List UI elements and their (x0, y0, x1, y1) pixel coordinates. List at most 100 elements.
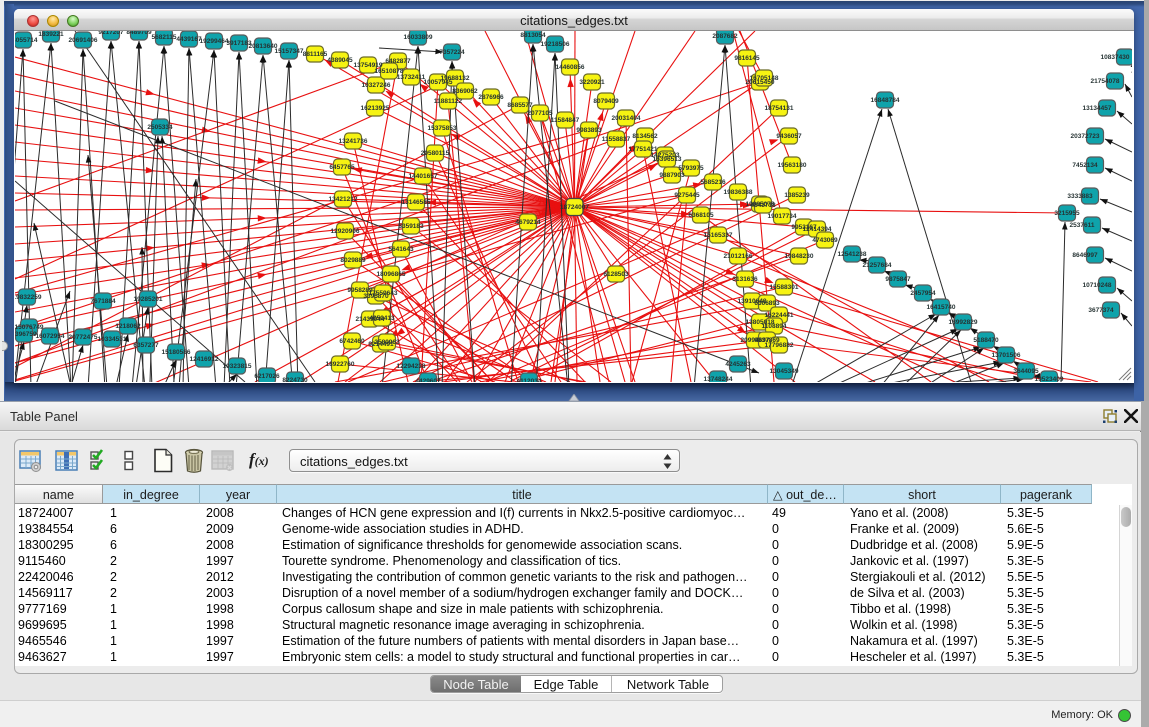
svg-text:17559643: 17559643 (369, 290, 398, 297)
svg-text:1839221: 1839221 (38, 31, 64, 38)
svg-text:4112034: 4112034 (517, 378, 542, 382)
svg-text:3644095: 3644095 (1013, 368, 1039, 375)
svg-text:4679214: 4679214 (515, 219, 541, 226)
svg-text:8685577: 8685577 (507, 102, 533, 109)
svg-text:1108894: 1108894 (762, 323, 787, 330)
svg-text:4389045: 4389045 (327, 57, 353, 64)
svg-text:8359183: 8359183 (398, 223, 424, 230)
svg-text:12920906: 12920906 (331, 228, 360, 235)
svg-text:13701506: 13701506 (992, 352, 1021, 359)
svg-text:19688132: 19688132 (441, 75, 470, 82)
svg-text:2087682: 2087682 (712, 33, 738, 40)
svg-text:18096865: 18096865 (377, 271, 406, 278)
svg-text:9217207: 9217207 (98, 31, 124, 36)
svg-text:8646997: 8646997 (1072, 252, 1098, 259)
svg-text:8029889: 8029889 (340, 257, 366, 264)
svg-text:21257684: 21257684 (863, 262, 892, 269)
svg-text:16705148: 16705148 (750, 75, 779, 82)
svg-text:19285201: 19285201 (134, 296, 163, 303)
svg-text:9887903: 9887903 (659, 172, 685, 179)
svg-text:15588301: 15588301 (770, 284, 799, 291)
svg-text:18992829: 18992829 (949, 319, 978, 326)
svg-text:16848784: 16848784 (871, 97, 900, 104)
svg-text:19832259: 19832259 (15, 294, 42, 301)
svg-text:14401657: 14401657 (409, 173, 438, 180)
svg-text:16224441: 16224441 (765, 312, 794, 319)
svg-text:10327246: 10327246 (362, 82, 391, 89)
svg-text:15375853: 15375853 (428, 125, 457, 132)
svg-text:2457954: 2457954 (910, 290, 936, 297)
svg-text:11881122: 11881122 (434, 98, 463, 105)
svg-text:6128503: 6128503 (603, 271, 629, 278)
svg-text:6368105: 6368105 (688, 212, 714, 219)
svg-text:5188470: 5188470 (973, 337, 999, 344)
svg-text:13748244: 13748244 (704, 376, 733, 382)
svg-text:5793975: 5793975 (678, 165, 704, 172)
svg-text:4429607: 4429607 (415, 378, 441, 382)
svg-text:3677374: 3677374 (1088, 307, 1114, 314)
svg-text:15157347: 15157347 (275, 48, 304, 55)
svg-text:15165337: 15165337 (704, 232, 733, 239)
svg-text:18754131: 18754131 (765, 105, 794, 112)
svg-text:13045349: 13045349 (770, 368, 799, 375)
svg-text:6306893: 6306893 (754, 300, 780, 307)
svg-text:7671884: 7671884 (90, 298, 116, 305)
svg-text:10837430: 10837430 (1101, 54, 1130, 61)
svg-text:20691406: 20691406 (69, 37, 98, 44)
svg-text:16396513: 16396513 (653, 156, 682, 163)
svg-text:19299464: 19299464 (200, 38, 229, 45)
svg-text:13134457: 13134457 (1083, 105, 1112, 112)
svg-text:9875847: 9875847 (885, 276, 911, 283)
svg-text:12541238: 12541238 (838, 251, 867, 258)
svg-text:8396759: 8396759 (15, 331, 37, 338)
svg-text:2876966: 2876966 (478, 94, 504, 101)
svg-text:18922760: 18922760 (326, 361, 355, 368)
svg-text:3333883: 3333883 (1067, 193, 1093, 200)
svg-text:2537611: 2537611 (1070, 222, 1095, 229)
svg-text:11558837: 11558837 (602, 136, 631, 143)
svg-text:6482877: 6482877 (385, 58, 411, 65)
svg-text:16415740: 16415740 (927, 304, 956, 311)
svg-text:4245263: 4245263 (725, 361, 751, 368)
svg-text:6217026: 6217026 (254, 373, 280, 380)
svg-text:6457765: 6457765 (329, 164, 355, 171)
svg-text:9816145: 9816145 (734, 55, 760, 62)
svg-text:14460856: 14460856 (556, 64, 585, 71)
svg-text:6742460: 6742460 (339, 338, 365, 345)
svg-text:10848230: 10848230 (785, 253, 814, 260)
svg-text:1218062: 1218062 (115, 323, 141, 330)
svg-text:13241736: 13241736 (339, 138, 368, 145)
svg-text:20813640: 20813640 (249, 43, 278, 50)
svg-text:12414394: 12414394 (803, 226, 832, 233)
svg-text:15180586: 15180586 (162, 349, 191, 356)
svg-text:19523409: 19523409 (1035, 376, 1064, 382)
svg-text:8224730: 8224730 (282, 377, 308, 382)
svg-text:20580115: 20580115 (421, 150, 450, 157)
svg-text:11584847: 11584847 (551, 117, 580, 124)
svg-text:5682115: 5682115 (152, 34, 177, 41)
svg-text:16072954: 16072954 (36, 333, 65, 340)
svg-text:13146585: 13146585 (402, 199, 431, 206)
svg-text:4439167: 4439167 (176, 36, 202, 43)
svg-text:2505334: 2505334 (147, 124, 173, 131)
svg-text:5641643: 5641643 (388, 246, 414, 253)
svg-text:1385239: 1385239 (784, 192, 810, 199)
svg-text:4843718: 4843718 (750, 202, 776, 209)
svg-text:9436057: 9436057 (776, 133, 802, 140)
svg-text:4050413: 4050413 (369, 315, 395, 322)
svg-text:12294238: 12294238 (397, 363, 426, 370)
svg-text:4743069: 4743069 (812, 237, 838, 244)
svg-text:5685216: 5685216 (700, 179, 726, 186)
svg-text:9275445: 9275445 (674, 192, 700, 199)
svg-text:17796882: 17796882 (765, 342, 794, 349)
svg-text:19218506: 19218506 (541, 41, 570, 48)
svg-text:8134562: 8134562 (632, 133, 658, 140)
svg-text:7452134: 7452134 (1072, 162, 1098, 169)
svg-text:8369062: 8369062 (452, 88, 478, 95)
svg-text:3220921: 3220921 (579, 79, 605, 86)
svg-text:16213925: 16213925 (361, 105, 390, 112)
svg-text:7357224: 7357224 (439, 49, 465, 56)
svg-text:19836388: 19836388 (724, 189, 753, 196)
svg-text:20372723: 20372723 (1071, 133, 1100, 140)
svg-text:19563180: 19563180 (778, 162, 807, 169)
